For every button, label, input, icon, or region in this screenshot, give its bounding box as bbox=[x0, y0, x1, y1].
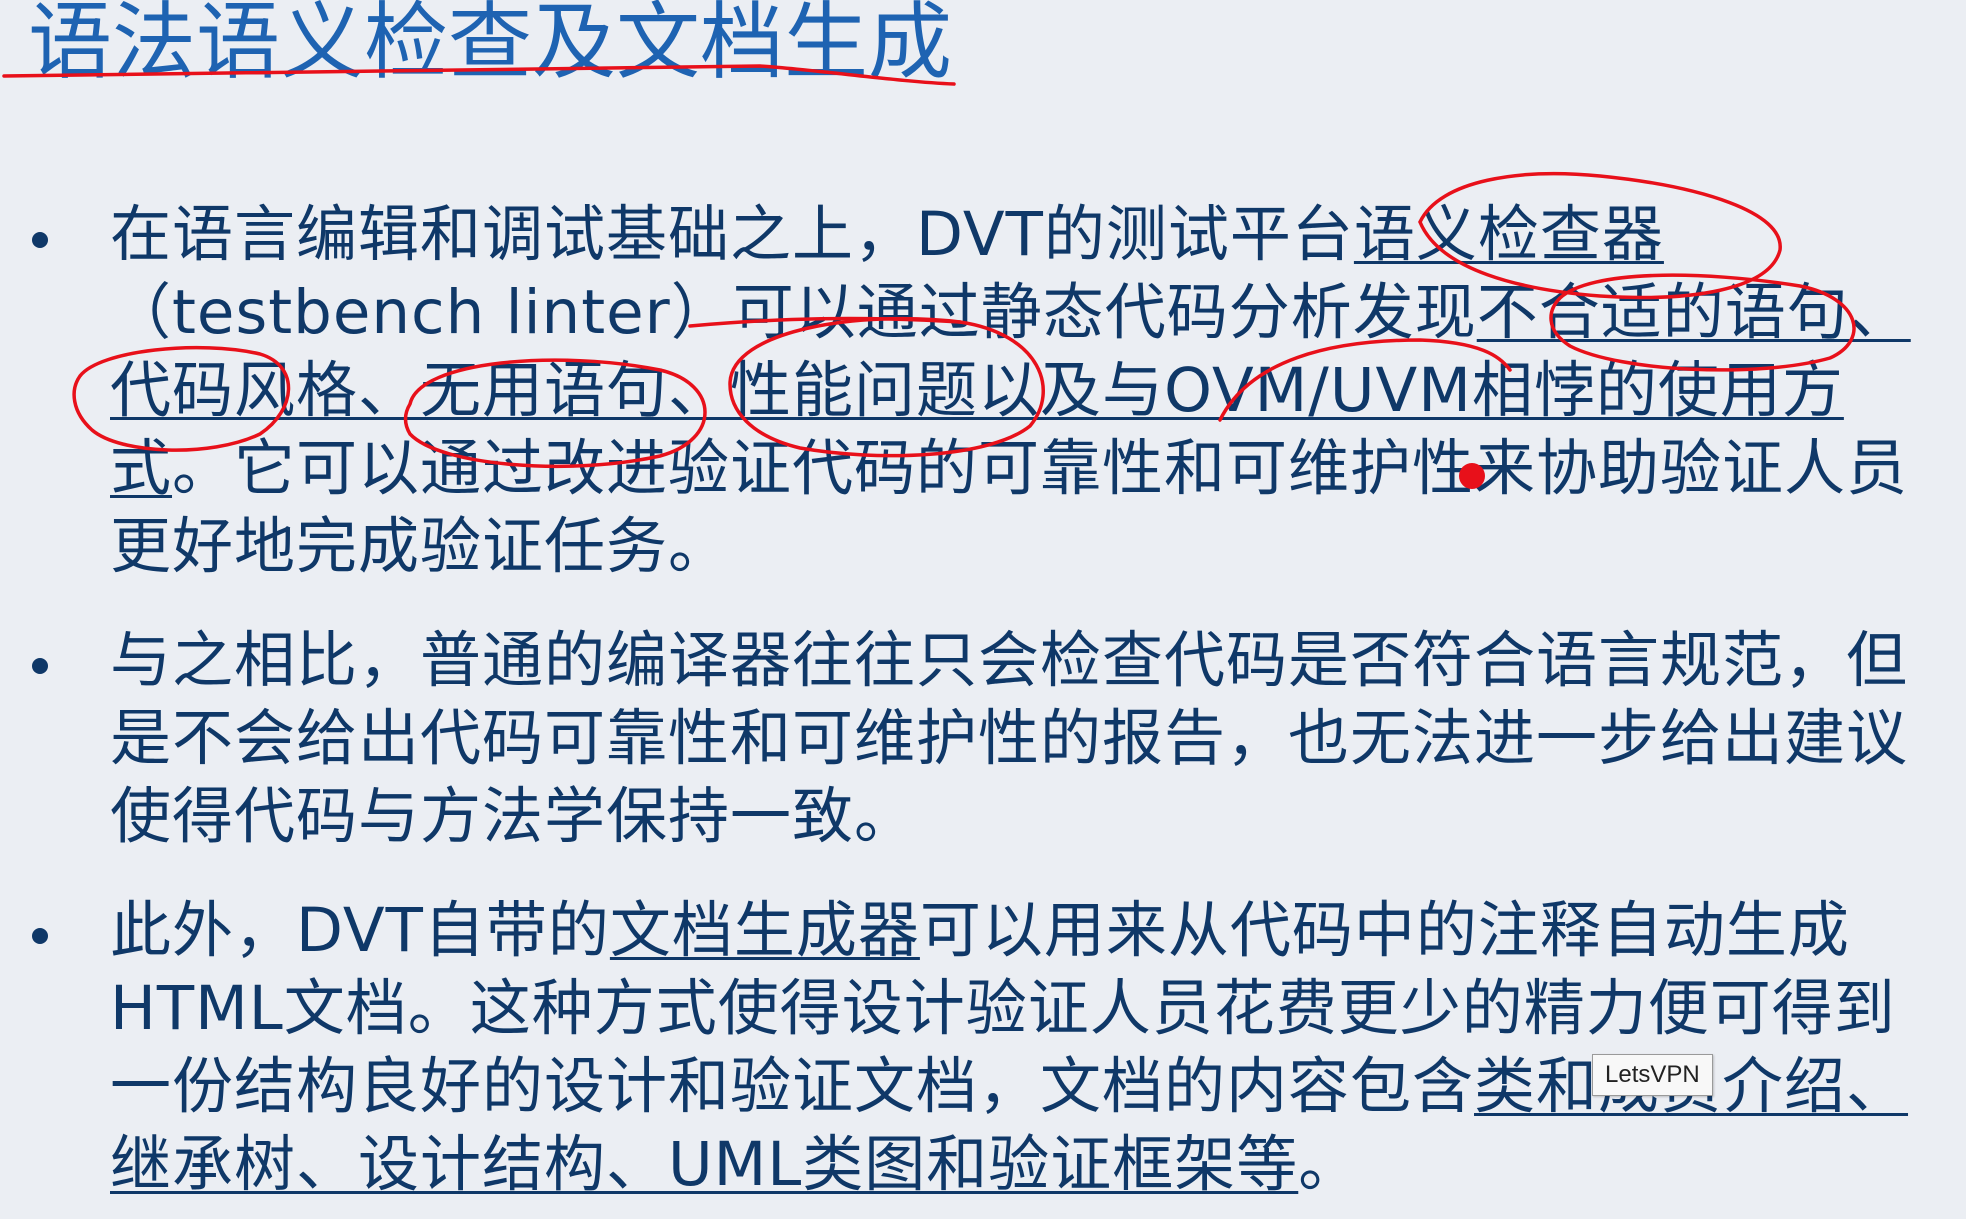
text-run: 。 bbox=[1298, 1129, 1361, 1200]
bullet-text: 此外，DVT自带的文档生成器可以用来从代码中的注释自动生成HTML文档。这种方式… bbox=[110, 892, 1946, 1204]
bullet-item-linter: 在语言编辑和调试基础之上，DVT的测试平台语义检查器（testbench lin… bbox=[0, 196, 1966, 586]
bullet-dot bbox=[32, 658, 48, 674]
bullet-list: 在语言编辑和调试基础之上，DVT的测试平台语义检查器（testbench lin… bbox=[0, 196, 1966, 1204]
slide: 语法语义检查及文档生成 在语言编辑和调试基础之上，DVT的测试平台语义检查器（t… bbox=[0, 0, 1966, 1219]
bullet-dot bbox=[32, 232, 48, 248]
text-run: （testbench linter）可以通过静态代码分析发现 bbox=[110, 277, 1477, 348]
slide-title: 语法语义检查及文档生成 bbox=[28, 0, 953, 91]
underlined-term: 语义检查器 bbox=[1353, 199, 1664, 270]
bullet-item-docgen: 此外，DVT自带的文档生成器可以用来从代码中的注释自动生成HTML文档。这种方式… bbox=[0, 892, 1966, 1204]
bullet-text: 与之相比，普通的编译器往往只会检查代码是否符合语言规范，但是不会给出代码可靠性和… bbox=[110, 622, 1946, 856]
text-run: 在语言编辑和调试基础之上，DVT的测试平台 bbox=[110, 199, 1354, 270]
bullet-dot bbox=[32, 928, 48, 944]
text-run: 此外，DVT自带的 bbox=[110, 895, 610, 966]
underlined-term: 文档生成器 bbox=[609, 895, 920, 966]
bullet-text: 在语言编辑和调试基础之上，DVT的测试平台语义检查器（testbench lin… bbox=[110, 196, 1946, 586]
text-run: 。它可以通过改进验证代码的可靠性和可维护性来协助验证人员更好地完成验证任务。 bbox=[110, 433, 1909, 582]
text-run: 与之相比，普通的编译器往往只会检查代码是否符合语言规范，但是不会给出代码可靠性和… bbox=[110, 625, 1909, 852]
bullet-item-compiler: 与之相比，普通的编译器往往只会检查代码是否符合语言规范，但是不会给出代码可靠性和… bbox=[0, 622, 1966, 856]
app-tooltip: LetsVPN bbox=[1592, 1054, 1713, 1096]
